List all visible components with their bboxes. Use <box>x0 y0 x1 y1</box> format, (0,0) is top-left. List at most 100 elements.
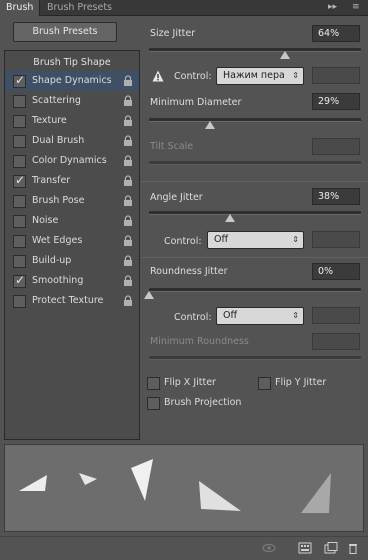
lock-icon[interactable] <box>123 115 133 127</box>
size-jitter-thumb[interactable] <box>279 51 290 59</box>
build-up-checkbox[interactable] <box>13 255 26 268</box>
flip-y-jitter-label: Flip Y Jitter <box>275 377 327 388</box>
option-protect-texture[interactable]: Protect Texture <box>5 291 139 311</box>
minimum-roundness-slider <box>149 356 361 360</box>
lock-icon[interactable] <box>123 195 133 207</box>
option-build-up[interactable]: Build-up <box>5 251 139 271</box>
option-dual-brush[interactable]: Dual Brush <box>5 131 139 151</box>
checkmark-icon: ✓ <box>15 173 26 187</box>
new-brush-icon[interactable] <box>324 542 338 554</box>
dual-brush-checkbox[interactable] <box>13 135 26 148</box>
tab-brush[interactable]: Brush <box>0 0 40 16</box>
angle-control-extra-field <box>312 231 360 248</box>
color-dynamics-checkbox[interactable] <box>13 155 26 168</box>
noise-checkbox[interactable] <box>13 215 26 228</box>
preview-dab <box>79 473 97 485</box>
angle-jitter-thumb[interactable] <box>224 214 235 222</box>
option-scattering[interactable]: Scattering <box>5 91 139 111</box>
minimum-diameter-slider[interactable] <box>149 118 361 129</box>
size-control-select[interactable]: Нажим пера ⇕ <box>216 67 304 85</box>
lock-icon[interactable] <box>123 95 133 107</box>
lock-icon[interactable] <box>123 75 133 87</box>
roundness-jitter-slider[interactable] <box>144 288 361 299</box>
brush-stroke-preview <box>4 444 364 532</box>
flip-y-jitter-option[interactable]: Flip Y Jitter <box>250 373 360 393</box>
noise-label: Noise <box>32 215 59 226</box>
dropdown-arrow-icon: ⇕ <box>292 235 299 244</box>
minimum-roundness-field <box>312 333 360 350</box>
option-color-dynamics[interactable]: Color Dynamics <box>5 151 139 171</box>
size-jitter-field[interactable]: 64% <box>312 25 360 42</box>
angle-control-select[interactable]: Off ⇕ <box>207 231 304 249</box>
section-divider <box>141 181 368 182</box>
section-divider <box>141 257 368 258</box>
lock-icon[interactable] <box>123 235 133 247</box>
roundness-control-label: Control: <box>174 312 212 323</box>
tilt-scale-slider <box>149 161 361 165</box>
brush-pose-checkbox[interactable] <box>13 195 26 208</box>
roundness-control-select[interactable]: Off ⇕ <box>216 307 304 325</box>
build-up-label: Build-up <box>32 255 72 266</box>
option-shape-dynamics[interactable]: ✓ Shape Dynamics <box>5 71 139 91</box>
option-noise[interactable]: Noise <box>5 211 139 231</box>
brush-grid-icon[interactable] <box>298 542 312 554</box>
lock-icon[interactable] <box>123 155 133 167</box>
size-control-value: Нажим пера <box>223 70 285 81</box>
panel-menu-icon[interactable]: ≡ <box>352 2 360 13</box>
option-wet-edges[interactable]: Wet Edges <box>5 231 139 251</box>
brush-tip-shape-item[interactable]: Brush Tip Shape <box>5 55 139 71</box>
flip-x-jitter-option[interactable]: Flip X Jitter <box>139 373 249 393</box>
toggle-live-tip-icon[interactable] <box>262 542 276 554</box>
flip-x-jitter-checkbox[interactable] <box>147 377 160 390</box>
collapse-icon[interactable]: ▸▸ <box>328 2 337 13</box>
lock-icon[interactable] <box>123 275 133 287</box>
wet-edges-label: Wet Edges <box>32 235 83 246</box>
size-jitter-label: Size Jitter <box>150 28 196 39</box>
brush-presets-button[interactable]: Brush Presets <box>13 22 117 42</box>
angle-control-value: Off <box>214 234 229 245</box>
option-brush-pose[interactable]: Brush Pose <box>5 191 139 211</box>
dropdown-arrow-icon: ⇕ <box>292 311 299 320</box>
option-smoothing[interactable]: ✓ Smoothing <box>5 271 139 291</box>
lock-icon[interactable] <box>123 215 133 227</box>
minimum-diameter-thumb[interactable] <box>205 121 216 129</box>
shape-dynamics-checkbox[interactable]: ✓ <box>13 73 26 88</box>
smoothing-label: Smoothing <box>32 275 84 286</box>
tab-brush-presets[interactable]: Brush Presets <box>41 0 118 16</box>
size-jitter-slider[interactable] <box>149 48 361 59</box>
roundness-control-value: Off <box>223 310 238 321</box>
bottom-toolbar <box>0 536 368 560</box>
trash-icon[interactable] <box>346 542 360 554</box>
wet-edges-checkbox[interactable] <box>13 235 26 248</box>
brush-projection-checkbox[interactable] <box>147 397 160 410</box>
texture-checkbox[interactable] <box>13 115 26 128</box>
transfer-checkbox[interactable]: ✓ <box>13 173 26 188</box>
dual-brush-label: Dual Brush <box>32 135 85 146</box>
preview-canvas <box>19 459 331 513</box>
warning-icon <box>152 70 164 82</box>
roundness-jitter-field[interactable]: 0% <box>312 263 360 280</box>
lock-icon[interactable] <box>123 175 133 187</box>
roundness-jitter-label: Roundness Jitter <box>150 266 228 277</box>
preview-dab <box>301 473 331 513</box>
option-texture[interactable]: Texture <box>5 111 139 131</box>
smoothing-checkbox[interactable]: ✓ <box>13 273 26 288</box>
preview-dab <box>19 475 47 491</box>
checkmark-icon: ✓ <box>15 73 26 87</box>
angle-jitter-slider[interactable] <box>149 211 361 222</box>
flip-y-jitter-checkbox[interactable] <box>258 377 271 390</box>
scattering-checkbox[interactable] <box>13 95 26 108</box>
roundness-jitter-thumb[interactable] <box>144 291 154 299</box>
lock-icon[interactable] <box>123 135 133 147</box>
option-transfer[interactable]: ✓ Transfer <box>5 171 139 191</box>
brush-projection-option[interactable]: Brush Projection <box>139 393 279 413</box>
protect-texture-checkbox[interactable] <box>13 295 26 308</box>
brush-options-list: Brush Tip Shape ✓ Shape Dynamics Scatterin… <box>4 50 140 440</box>
minimum-roundness-label: Minimum Roundness <box>150 336 249 347</box>
lock-icon[interactable] <box>123 295 133 307</box>
lock-icon[interactable] <box>123 255 133 267</box>
minimum-diameter-field[interactable]: 29% <box>312 93 360 110</box>
angle-control-label: Control: <box>164 236 202 247</box>
preview-dab <box>131 459 153 501</box>
angle-jitter-field[interactable]: 38% <box>312 188 360 205</box>
